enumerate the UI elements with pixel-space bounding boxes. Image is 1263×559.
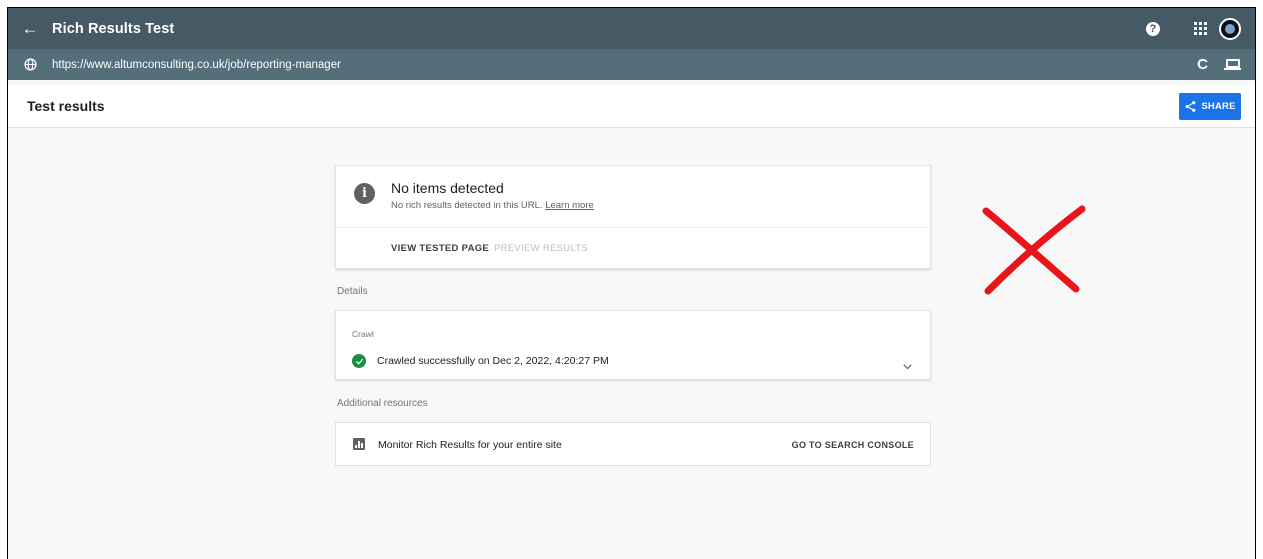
additional-resources-heading: Additional resources [337,398,428,409]
crawl-status: Crawled successfully on Dec 2, 2022, 4:2… [377,355,609,367]
check-circle-icon [352,354,366,368]
apps-grid-icon[interactable] [1194,22,1207,35]
preview-results-button[interactable]: PREVIEW RESULTS [494,243,588,254]
search-console-card: Monitor Rich Results for your entire sit… [335,422,931,466]
red-x-annotation [982,205,1086,295]
back-arrow-icon[interactable]: ← [8,19,52,39]
url-bar-actions: C [1197,49,1241,80]
help-icon[interactable]: ? [1146,21,1160,36]
go-to-search-console-button[interactable]: GO TO SEARCH CONSOLE [792,440,914,450]
globe-icon [8,58,52,71]
details-heading: Details [337,286,368,297]
result-subtitle: No rich results detected in this URL. Le… [391,200,594,211]
url-bar: https://www.altumconsulting.co.uk/job/re… [8,49,1255,80]
card-divider [336,227,930,228]
app-window: ← Rich Results Test ? https://www.altumc… [7,7,1256,559]
reload-icon[interactable]: C [1197,56,1208,73]
info-icon: i [354,183,375,204]
share-label: SHARE [1201,101,1236,112]
result-title: No items detected [391,180,504,196]
top-bar-actions: ? [1146,8,1241,49]
share-icon [1185,101,1196,112]
bar-chart-icon [353,438,365,450]
top-app-bar: ← Rich Results Test ? [8,8,1255,49]
laptop-icon[interactable] [1224,59,1241,70]
learn-more-link[interactable]: Learn more [545,200,594,211]
chevron-down-icon[interactable] [903,357,912,375]
result-summary-card: i No items detected No rich results dete… [335,165,931,269]
view-tested-page-button[interactable]: VIEW TESTED PAGE [391,243,489,254]
result-subtitle-text: No rich results detected in this URL. [391,200,543,211]
app-title: Rich Results Test [52,20,175,37]
page-title: Test results [27,98,105,114]
crawl-card[interactable]: Crawl Crawled successfully on Dec 2, 202… [335,310,931,380]
share-button[interactable]: SHARE [1179,93,1241,120]
results-header: Test results SHARE [8,85,1255,128]
tested-url[interactable]: https://www.altumconsulting.co.uk/job/re… [52,59,341,71]
account-avatar[interactable] [1219,17,1241,40]
monitor-text: Monitor Rich Results for your entire sit… [378,439,562,451]
crawl-label: Crawl [352,329,374,339]
